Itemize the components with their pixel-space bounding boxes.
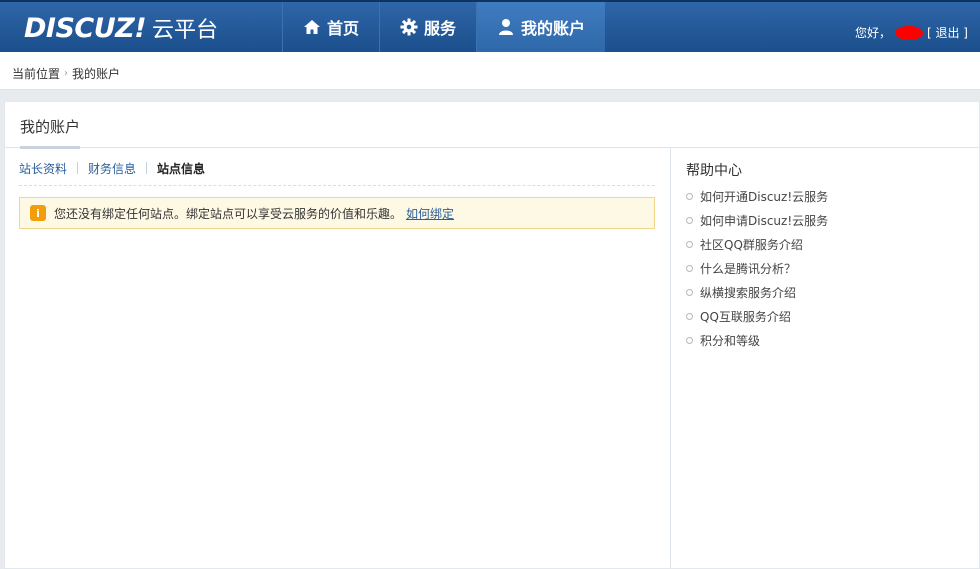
page-title: 我的账户 xyxy=(20,116,81,149)
bullet-icon xyxy=(686,264,693,272)
help-item-label: 积分和等级 xyxy=(700,333,761,348)
help-sidebar: 帮助中心 如何开通Discuz!云服务 如何申请Discuz!云服务 社区QQ群… xyxy=(686,160,976,352)
logout-link[interactable]: [ 退出 ] xyxy=(927,24,968,41)
notice-text: 您还没有绑定任何站点。绑定站点可以享受云服务的价值和乐趣。 xyxy=(54,206,403,221)
subtab-divider xyxy=(146,162,148,174)
help-item[interactable]: 什么是腾讯分析？ xyxy=(686,256,976,280)
greeting-text: 您好， xyxy=(854,26,891,40)
subtab-divider xyxy=(77,162,79,174)
help-item-label: 纵横搜索服务介绍 xyxy=(700,285,797,300)
breadcrumb-current-label: 当前位置 xyxy=(12,67,61,81)
bullet-icon xyxy=(686,312,693,320)
username-redacted[interactable] xyxy=(895,25,923,40)
bullet-icon xyxy=(686,240,693,248)
help-item-label: 什么是腾讯分析？ xyxy=(700,261,797,276)
main-panel: 我的账户 站长资料 财务信息 站点信息 i 您还没有绑定任何站点。绑定站点可以享… xyxy=(4,101,980,569)
nav-services[interactable]: 服务 xyxy=(379,2,476,52)
discuz-logo[interactable]: DISCUZ! 云平台 xyxy=(24,12,219,44)
help-center-title: 帮助中心 xyxy=(686,163,742,179)
breadcrumb-separator-icon: › xyxy=(64,68,69,79)
info-icon: i xyxy=(30,205,46,221)
help-item[interactable]: 如何申请Discuz!云服务 xyxy=(686,208,976,232)
help-item[interactable]: 社区QQ群服务介绍 xyxy=(686,232,976,256)
help-item[interactable]: 纵横搜索服务介绍 xyxy=(686,280,976,304)
breadcrumb-bar: 当前位置 › 我的账户 xyxy=(0,52,980,90)
bullet-icon xyxy=(686,216,693,224)
breadcrumb-page: 我的账户 xyxy=(72,67,121,81)
help-list: 如何开通Discuz!云服务 如何申请Discuz!云服务 社区QQ群服务介绍 … xyxy=(686,184,976,352)
help-item-label: 如何开通Discuz!云服务 xyxy=(700,189,829,204)
content-area: 站长资料 财务信息 站点信息 i 您还没有绑定任何站点。绑定站点可以享受云服务的… xyxy=(5,148,671,568)
logo-subtitle: 云平台 xyxy=(152,18,219,43)
home-icon xyxy=(303,18,321,36)
help-item-label: 社区QQ群服务介绍 xyxy=(700,237,803,252)
help-item[interactable]: 积分和等级 xyxy=(686,328,976,352)
bullet-icon xyxy=(686,288,693,296)
help-item[interactable]: 如何开通Discuz!云服务 xyxy=(686,184,976,208)
nav-my-account-label: 我的账户 xyxy=(521,19,586,38)
how-to-bind-link[interactable]: 如何绑定 xyxy=(406,205,454,222)
subtab-webmaster-profile[interactable]: 站长资料 xyxy=(19,160,67,177)
help-item-label: 如何申请Discuz!云服务 xyxy=(700,213,829,228)
subtab-bar: 站长资料 财务信息 站点信息 xyxy=(19,160,655,186)
user-icon xyxy=(497,18,515,36)
panel-title-row: 我的账户 xyxy=(5,102,979,149)
subtab-finance-info[interactable]: 财务信息 xyxy=(88,160,136,177)
nav-home-label: 首页 xyxy=(327,19,360,38)
nav-my-account[interactable]: 我的账户 xyxy=(476,2,606,52)
subtab-site-info[interactable]: 站点信息 xyxy=(157,160,205,177)
notice-box: i 您还没有绑定任何站点。绑定站点可以享受云服务的价值和乐趣。 如何绑定 xyxy=(19,197,655,229)
user-area: 您好， [ 退出 ] xyxy=(855,24,968,41)
main-nav: 首页 服务 我的账户 xyxy=(282,2,606,52)
bullet-icon xyxy=(686,192,693,200)
top-header: DISCUZ! 云平台 首页 服务 我的账户 您好， [退出] xyxy=(0,0,980,52)
bullet-icon xyxy=(686,336,693,344)
breadcrumb: 当前位置 › 我的账户 xyxy=(12,65,120,82)
nav-home[interactable]: 首页 xyxy=(282,2,379,52)
nav-services-label: 服务 xyxy=(424,19,457,38)
gear-icon xyxy=(400,18,418,36)
help-item-label: QQ互联服务介绍 xyxy=(700,309,791,324)
help-item[interactable]: QQ互联服务介绍 xyxy=(686,304,976,328)
logo-brand: DISCUZ! xyxy=(24,12,147,44)
